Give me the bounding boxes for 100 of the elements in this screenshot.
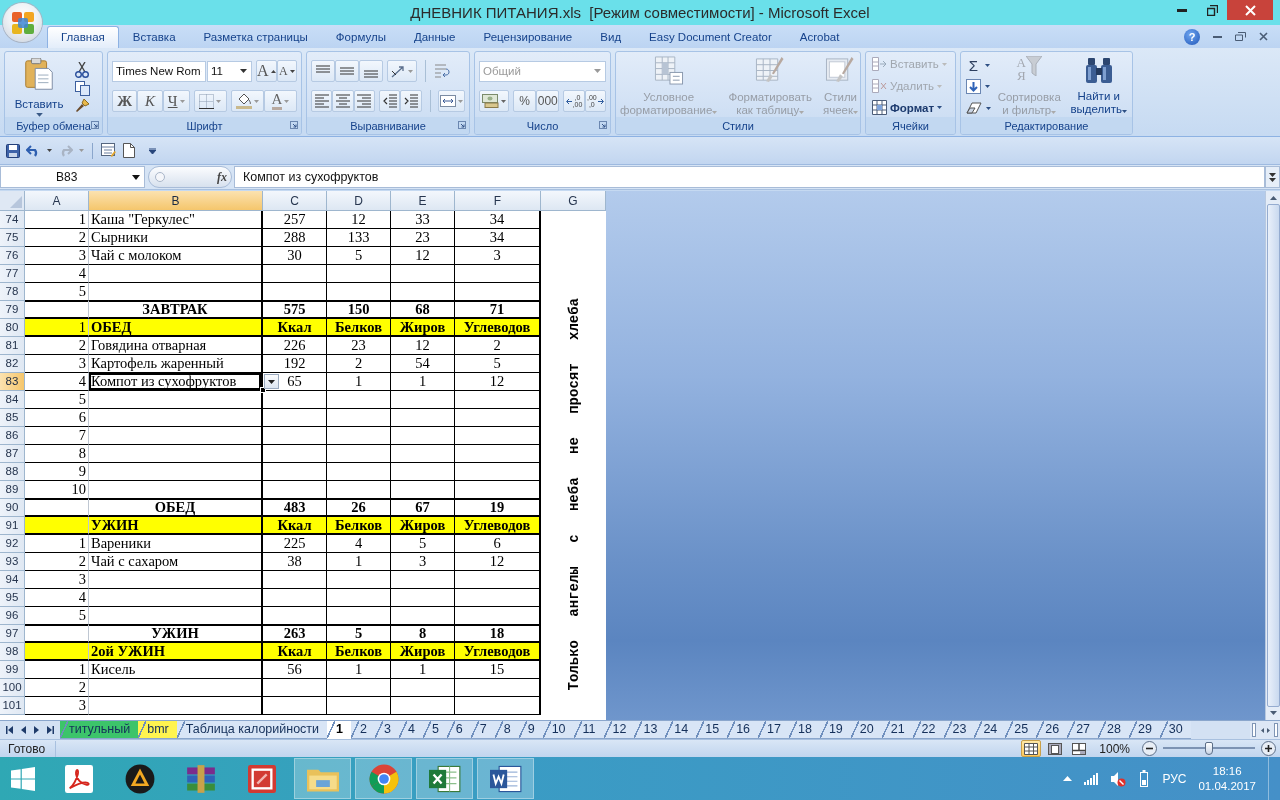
zoom-in-icon[interactable] bbox=[1261, 741, 1276, 756]
split-handle[interactable] bbox=[1274, 723, 1278, 737]
row-header[interactable]: 85 bbox=[0, 409, 25, 427]
column-header[interactable]: D bbox=[327, 191, 391, 211]
italic-button[interactable]: К bbox=[137, 90, 163, 112]
battery-icon[interactable] bbox=[1138, 770, 1151, 787]
ribbon-tab[interactable]: Данные bbox=[399, 26, 470, 48]
caret-icon[interactable] bbox=[47, 149, 52, 152]
font-name-field[interactable]: Times New Rom bbox=[112, 60, 206, 82]
row-header[interactable]: 98 bbox=[0, 643, 25, 661]
sum-button[interactable]: Σ bbox=[966, 57, 991, 75]
sheet-tab[interactable]: 23 bbox=[943, 721, 975, 739]
column-header[interactable]: E bbox=[391, 191, 455, 211]
row-header[interactable]: 91 bbox=[0, 517, 25, 535]
align-middle-button[interactable] bbox=[335, 60, 359, 82]
sheet-tab[interactable]: 24 bbox=[974, 721, 1006, 739]
sheet-tab[interactable]: 20 bbox=[850, 721, 882, 739]
sheet-tab[interactable]: 4 bbox=[398, 721, 423, 739]
sheet-tab[interactable]: 2 bbox=[351, 721, 375, 739]
sheet-tab[interactable]: 1 bbox=[327, 721, 351, 739]
ribbon-tab[interactable]: Рецензирование bbox=[469, 26, 587, 48]
align-bottom-button[interactable] bbox=[359, 60, 383, 82]
sheet-tab[interactable]: 8 bbox=[494, 721, 519, 739]
sheet-tab[interactable]: 6 bbox=[446, 721, 471, 739]
sheet-tab[interactable]: 26 bbox=[1036, 721, 1068, 739]
close-icon[interactable] bbox=[1259, 32, 1268, 41]
sheet-tab[interactable]: 10 bbox=[542, 721, 574, 739]
row-header[interactable]: 84 bbox=[0, 391, 25, 409]
sheet-tab[interactable]: 13 bbox=[634, 721, 666, 739]
sheet-tab[interactable]: 12 bbox=[603, 721, 635, 739]
brush-icon[interactable] bbox=[75, 98, 90, 113]
decrease-indent-button[interactable] bbox=[378, 90, 401, 112]
font-size-field[interactable]: 11 bbox=[207, 60, 252, 82]
sheet-tab[interactable]: 3 bbox=[374, 721, 399, 739]
row-header[interactable]: 78 bbox=[0, 283, 25, 301]
row-header[interactable]: 83 bbox=[0, 373, 25, 391]
sheet-tab[interactable]: 14 bbox=[665, 721, 697, 739]
row-header[interactable]: 87 bbox=[0, 445, 25, 463]
minimize-icon[interactable] bbox=[1213, 35, 1222, 38]
shrink-font-button[interactable]: A bbox=[276, 60, 297, 82]
sheet-tab[interactable]: 29 bbox=[1128, 721, 1160, 739]
wrap-text-icon[interactable] bbox=[434, 63, 450, 79]
split-handle[interactable] bbox=[1252, 723, 1256, 737]
previous-sheet-icon[interactable] bbox=[21, 726, 26, 734]
find-select-button[interactable]: Найти и выделить bbox=[1067, 54, 1130, 117]
row-header[interactable]: 101 bbox=[0, 697, 25, 715]
underline-button[interactable]: Ч bbox=[162, 90, 190, 112]
expand-formula-button[interactable] bbox=[1265, 166, 1280, 188]
sheet-tab[interactable]: 25 bbox=[1005, 721, 1037, 739]
row-header[interactable]: 77 bbox=[0, 265, 25, 283]
cells-button[interactable]: Формат bbox=[872, 98, 951, 117]
dialog-launcher-icon[interactable] bbox=[91, 121, 99, 129]
customize-icon[interactable] bbox=[149, 147, 156, 154]
sheet-tab[interactable]: 9 bbox=[518, 721, 543, 739]
sheet-tab[interactable]: 22 bbox=[912, 721, 944, 739]
ribbon-tab[interactable]: Acrobat bbox=[785, 26, 854, 48]
sheet-tab[interactable]: 15 bbox=[696, 721, 728, 739]
taskbar-button[interactable] bbox=[416, 758, 473, 799]
row-header[interactable]: 74 bbox=[0, 211, 25, 229]
currency-button[interactable] bbox=[479, 90, 510, 112]
form-icon[interactable] bbox=[101, 143, 117, 158]
font-color-button[interactable]: A bbox=[263, 90, 297, 112]
insert-function-button[interactable]: fx bbox=[217, 169, 227, 185]
copy-icon[interactable] bbox=[75, 80, 90, 96]
sheet-tab[interactable]: 30 bbox=[1159, 721, 1191, 739]
column-header[interactable]: A bbox=[25, 191, 89, 211]
row-header[interactable]: 94 bbox=[0, 571, 25, 589]
next-sheet-icon[interactable] bbox=[34, 726, 39, 734]
align-center-button[interactable] bbox=[332, 90, 354, 112]
muted-speaker-icon[interactable] bbox=[1110, 770, 1127, 787]
row-header[interactable]: 92 bbox=[0, 535, 25, 553]
sheet-tab[interactable]: 7 bbox=[470, 721, 495, 739]
sheet-tab[interactable]: 21 bbox=[881, 721, 913, 739]
formula-field[interactable]: Компот из сухофруктов bbox=[234, 166, 1265, 188]
grow-font-button[interactable]: A bbox=[255, 60, 277, 82]
fill-color-button[interactable] bbox=[230, 90, 264, 112]
column-header[interactable]: B bbox=[89, 191, 263, 211]
row-header[interactable]: 97 bbox=[0, 625, 25, 643]
zoom-level[interactable]: 100% bbox=[1099, 741, 1130, 756]
align-right-button[interactable] bbox=[353, 90, 375, 112]
align-top-button[interactable] bbox=[311, 60, 335, 82]
sheet-tab[interactable]: 28 bbox=[1098, 721, 1129, 739]
ribbon-tab[interactable]: Easy Document Creator bbox=[635, 26, 786, 48]
row-header[interactable]: 76 bbox=[0, 247, 25, 265]
chevron-up-icon[interactable] bbox=[1063, 776, 1073, 781]
down-arrow-icon[interactable] bbox=[1269, 711, 1277, 715]
zoom-out-icon[interactable] bbox=[1142, 741, 1157, 756]
sheet-tab[interactable]: 17 bbox=[758, 721, 789, 739]
ribbon-tab[interactable]: Формулы bbox=[321, 26, 400, 48]
up-arrow-icon[interactable] bbox=[1269, 196, 1277, 200]
column-header[interactable]: G bbox=[541, 191, 606, 211]
scissors-icon[interactable] bbox=[75, 62, 89, 78]
row-header[interactable]: 88 bbox=[0, 463, 25, 481]
row-header[interactable]: 89 bbox=[0, 481, 25, 499]
row-header[interactable]: 75 bbox=[0, 229, 25, 247]
paste-button[interactable]: Вставить bbox=[13, 56, 65, 117]
formula-bar-handle[interactable]: fx bbox=[148, 166, 232, 188]
dropdown-button[interactable] bbox=[264, 374, 279, 389]
row-header[interactable]: 100 bbox=[0, 679, 25, 697]
sheet-tab[interactable]: 16 bbox=[727, 721, 759, 739]
